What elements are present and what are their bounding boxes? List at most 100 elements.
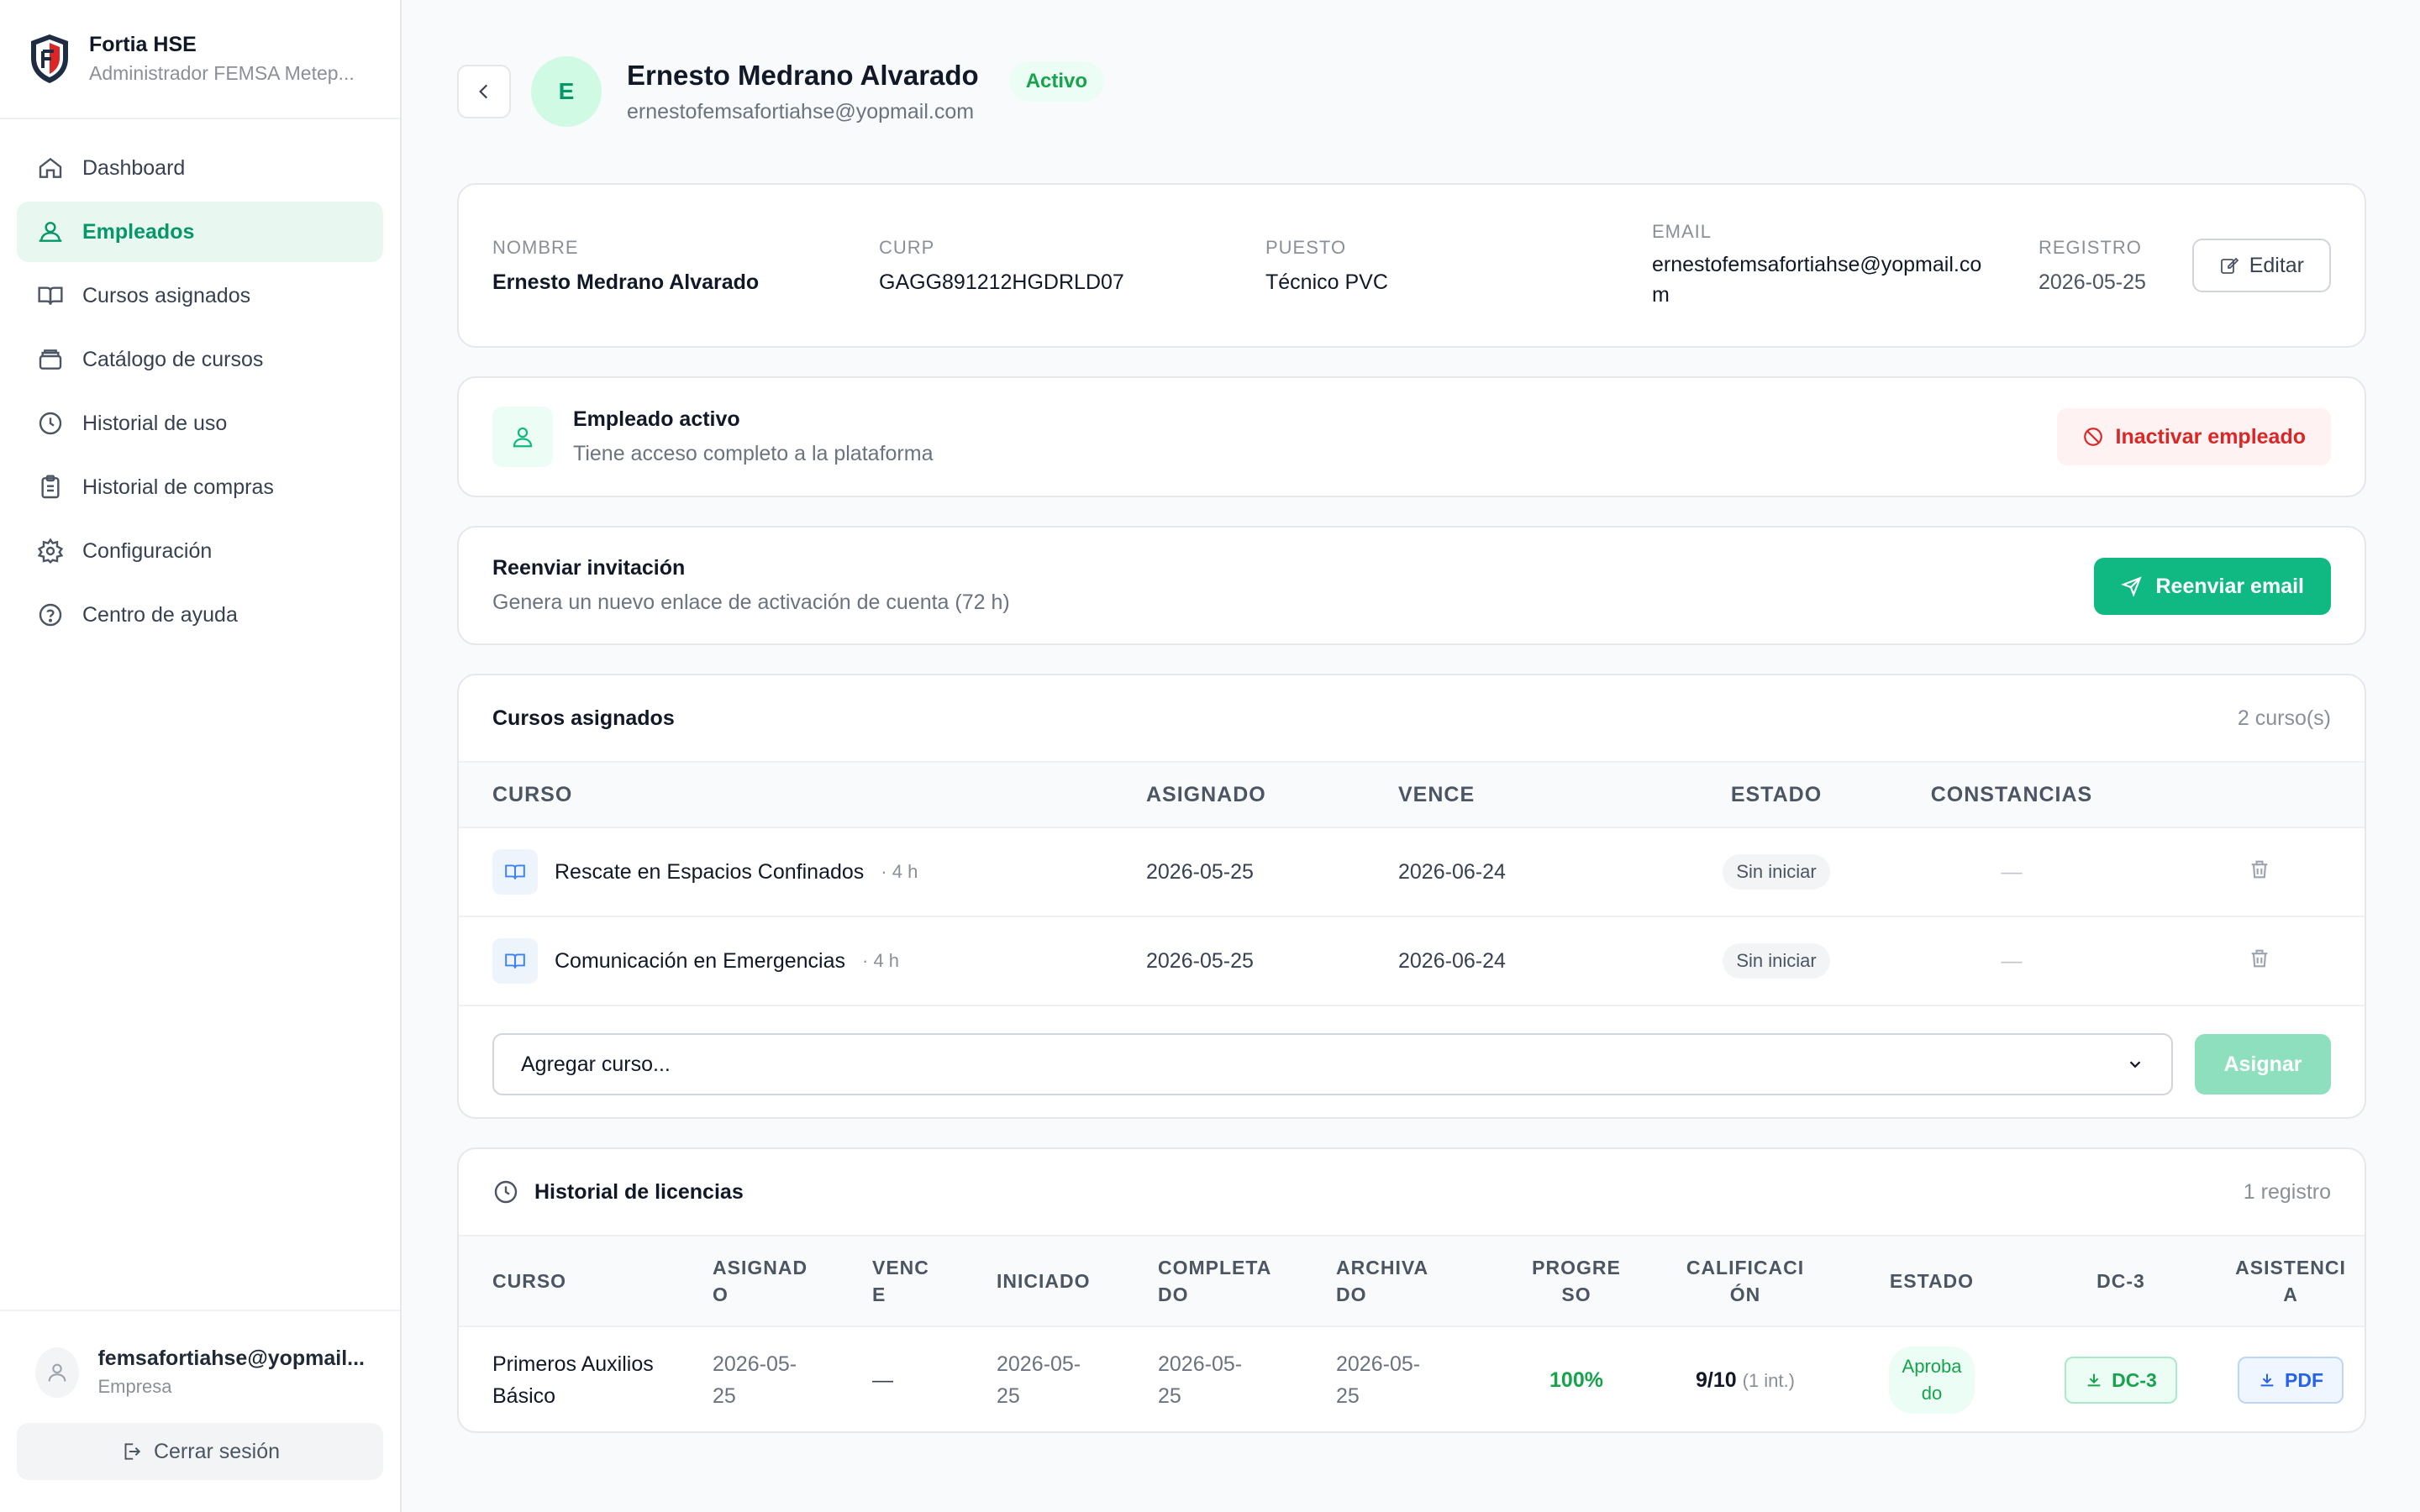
back-button[interactable]: [457, 65, 511, 118]
book-icon: [492, 938, 538, 984]
lcol-archivado-1: ARCHIVA: [1336, 1257, 1429, 1278]
puesto-value: Técnico PVC: [1265, 270, 1388, 294]
col-constancias: CONSTANCIAS: [1930, 782, 2093, 806]
col-estado: ESTADO: [1730, 782, 1823, 806]
clock-icon: [39, 412, 62, 435]
sidebar-item-cursos-asignados[interactable]: Cursos asignados: [17, 265, 383, 326]
dc3-download-button[interactable]: DC-3: [2065, 1357, 2177, 1404]
sidebar-item-label: Cursos asignados: [82, 283, 251, 307]
course-hours: · 4 h: [881, 861, 918, 882]
lcol-archivado: ARCHIVA DO: [1336, 1254, 1501, 1308]
attendance-pdf-button[interactable]: PDF: [2238, 1357, 2344, 1404]
sidebar-item-configuracion[interactable]: Configuración: [17, 521, 383, 581]
deactivate-label: Inactivar empleado: [2115, 424, 2306, 449]
sidebar-item-catalogo[interactable]: Catálogo de cursos: [17, 329, 383, 390]
license-completed: 2026-05- 25: [1158, 1348, 1336, 1412]
add-course-row: Agregar curso... Asignar: [459, 1006, 2365, 1122]
user-role: Empresa: [97, 1376, 172, 1397]
sidebar-footer: femsafortiahse@yopmail... Empresa Cerrar…: [0, 1310, 400, 1512]
home-icon: [39, 157, 62, 178]
lcol-asignado-1: ASIGNAD: [713, 1257, 808, 1278]
col-vence: VENCE: [1398, 782, 1476, 806]
logout-button[interactable]: Cerrar sesión: [17, 1423, 383, 1480]
resend-email-label: Reenviar email: [2155, 574, 2305, 598]
course-name: Rescate en Espacios Confinados: [555, 859, 865, 884]
course-assigned-date: 2026-05-25: [1146, 859, 1254, 884]
trash-icon[interactable]: [2248, 947, 2271, 970]
book-icon: [38, 286, 63, 305]
course-expiry-date: 2026-06-24: [1398, 948, 1506, 973]
table-row: Rescate en Espacios Confinados · 4 h 202…: [459, 828, 2365, 917]
add-course-select[interactable]: Agregar curso...: [492, 1033, 2173, 1095]
dc3-label: DC-3: [2112, 1368, 2157, 1391]
registro-value: 2026-05-25: [2039, 270, 2146, 294]
license-attempts: (1 int.): [1742, 1369, 1795, 1391]
lcol-progreso: PROGRE SO: [1501, 1254, 1652, 1308]
edit-label: Editar: [2249, 253, 2304, 277]
add-course-placeholder: Agregar curso...: [521, 1052, 671, 1076]
download-icon: [2260, 1373, 2274, 1387]
curp-label: CURP: [879, 236, 935, 258]
lcol-iniciado: INICIADO: [997, 1269, 1091, 1292]
sidebar-item-dashboard[interactable]: Dashboard: [17, 138, 383, 198]
license-status-1: Aproba: [1902, 1356, 1962, 1377]
status-subtitle: Tiene acceso completo a la plataforma: [573, 442, 934, 465]
license-assigned-1: 2026-05-: [713, 1352, 797, 1376]
assign-button[interactable]: Asignar: [2195, 1034, 2331, 1095]
lcol-estado: ESTADO: [1889, 1269, 1975, 1292]
registro-label: REGISTRO: [2039, 236, 2142, 258]
curp-value: GAGG891212HGDRLD07: [879, 270, 1124, 294]
user-email: femsafortiahse@yopmail...: [97, 1347, 365, 1370]
lcol-asignado: ASIGNAD O: [713, 1254, 872, 1308]
invite-title: Reenviar invitación: [492, 556, 686, 580]
lcol-asignado-2: O: [713, 1284, 729, 1305]
employee-status-card: Empleado activo Tiene acceso completo a …: [457, 376, 2366, 497]
employee-name: Ernesto Medrano Alvarado: [627, 59, 979, 91]
user-icon-box: [492, 407, 553, 467]
license-started-1: 2026-05-: [997, 1352, 1081, 1376]
sidebar-item-label: Configuración: [82, 538, 213, 563]
status-title: Empleado activo: [573, 407, 740, 431]
course-assigned-date: 2026-05-25: [1146, 948, 1254, 973]
sidebar-item-label: Historial de uso: [82, 411, 228, 435]
license-archived-2: 25: [1336, 1384, 1360, 1408]
license-history-title: Historial de licencias: [534, 1179, 744, 1204]
logout-label: Cerrar sesión: [153, 1439, 281, 1463]
clock-icon: [494, 1180, 518, 1204]
license-expiry: —: [872, 1368, 893, 1392]
help-icon: [39, 603, 62, 627]
license-started: 2026-05- 25: [997, 1348, 1158, 1412]
lcol-progreso-2: SO: [1561, 1284, 1591, 1305]
sidebar-item-historial-uso[interactable]: Historial de uso: [17, 393, 383, 454]
course-hours: · 4 h: [862, 950, 900, 971]
license-table-header: CURSO ASIGNAD O VENC E INICIADO COMPLETA DO…: [459, 1235, 2365, 1327]
sidebar-item-centro-ayuda[interactable]: Centro de ayuda: [17, 585, 383, 645]
lcol-vence-1: VENC: [872, 1257, 929, 1278]
resend-email-button[interactable]: Reenviar email: [2093, 558, 2331, 615]
license-started-2: 25: [997, 1384, 1020, 1408]
course-status-badge: Sin iniciar: [1723, 943, 1830, 979]
sidebar-item-historial-compras[interactable]: Historial de compras: [17, 457, 383, 517]
sidebar-item-label: Centro de ayuda: [82, 602, 238, 627]
book-icon: [492, 849, 538, 895]
trash-icon[interactable]: [2248, 858, 2271, 881]
brand-subtitle: Administrador FEMSA Metep...: [89, 62, 355, 84]
employee-info-card: NOMBRE Ernesto Medrano Alvarado CURP GAG…: [457, 183, 2366, 348]
course-expiry-date: 2026-06-24: [1398, 859, 1506, 884]
courses-count: 2 curso(s): [2237, 706, 2331, 730]
lcol-progreso-1: PROGRE: [1532, 1257, 1621, 1278]
employee-avatar: E: [531, 56, 602, 127]
sidebar-item-label: Dashboard: [82, 155, 186, 180]
license-archived-1: 2026-05-: [1336, 1352, 1421, 1376]
sidebar-item-empleados[interactable]: Empleados: [17, 202, 383, 262]
edit-button[interactable]: Editar: [2191, 239, 2331, 292]
deactivate-employee-button[interactable]: Inactivar empleado: [2056, 408, 2331, 465]
lcol-completado-2: DO: [1158, 1284, 1189, 1305]
courses-title: Cursos asignados: [492, 706, 675, 730]
email-label: EMAIL: [1652, 221, 1712, 242]
lcol-dc3: DC-3: [2096, 1269, 2145, 1292]
lcol-vence: VENC E: [872, 1254, 997, 1308]
assigned-courses-card: Cursos asignados 2 curso(s) CURSO ASIGNA…: [457, 674, 2366, 1119]
user-profile[interactable]: femsafortiahse@yopmail... Empresa: [17, 1330, 383, 1423]
table-row: Primeros Auxilios Básico 2026-05- 25 — 2…: [459, 1327, 2365, 1433]
